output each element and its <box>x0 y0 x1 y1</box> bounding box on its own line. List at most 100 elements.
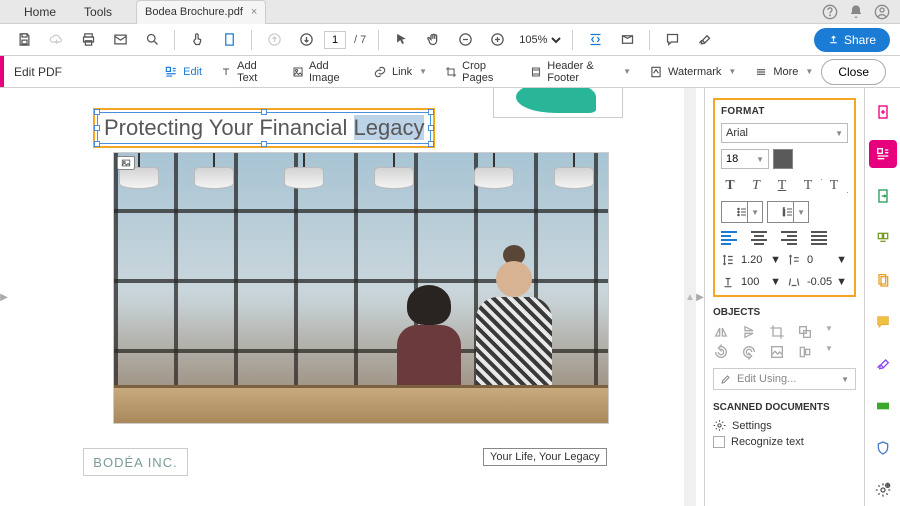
expand-left-icon[interactable]: ▶ <box>0 292 8 303</box>
fit-width-icon[interactable] <box>581 26 609 54</box>
resize-handle[interactable] <box>428 141 434 147</box>
align-objects-icon[interactable] <box>797 344 813 360</box>
search-icon[interactable] <box>138 26 166 54</box>
zoom-in-icon[interactable] <box>483 26 511 54</box>
sign-icon[interactable] <box>690 26 718 54</box>
comment-icon[interactable] <box>658 26 686 54</box>
h-scale-input[interactable]: 100▼ <box>741 276 781 288</box>
numbered-list-button[interactable]: 123▼ <box>767 201 809 223</box>
scanned-settings-button[interactable]: Settings <box>713 419 856 432</box>
menu-tools[interactable]: Tools <box>70 5 126 19</box>
subscript-icon[interactable]: T· <box>825 177 843 195</box>
document-tab-title: Bodea Brochure.pdf <box>145 6 243 18</box>
close-tab-icon[interactable]: × <box>251 6 257 18</box>
flip-v-icon[interactable] <box>741 324 757 340</box>
pointer-icon[interactable] <box>387 26 415 54</box>
prev-page-icon[interactable] <box>260 26 288 54</box>
selected-text-frame[interactable]: Protecting Your Financial Legacy <box>93 108 435 148</box>
superscript-icon[interactable]: T· <box>799 177 817 195</box>
replace-image-icon[interactable] <box>769 344 785 360</box>
edit-pdf-toolbar: Edit PDF Edit Add Text Add Image Link▼ C… <box>0 56 900 88</box>
rail-export-pdf-icon[interactable] <box>869 182 897 210</box>
align-right-icon[interactable] <box>781 231 797 245</box>
heading-text[interactable]: Protecting Your Financial Legacy <box>104 115 424 140</box>
tagline-object[interactable]: Your Life, Your Legacy <box>483 448 607 466</box>
watermark-button[interactable]: Watermark▼ <box>641 61 744 83</box>
email-icon[interactable] <box>106 26 134 54</box>
link-button[interactable]: Link▼ <box>365 61 435 83</box>
char-spacing-input[interactable]: -0.05▼ <box>807 276 847 288</box>
scanned-title: SCANNED DOCUMENTS <box>713 402 856 413</box>
image-object[interactable] <box>113 152 609 424</box>
bold-icon[interactable]: T <box>721 177 739 195</box>
share-button[interactable]: Share <box>814 28 890 52</box>
align-justify-icon[interactable] <box>811 231 827 245</box>
rail-redact-icon[interactable] <box>869 392 897 420</box>
crop-icon[interactable] <box>769 324 785 340</box>
rail-edit-pdf-icon[interactable] <box>869 140 897 168</box>
help-icon[interactable] <box>822 4 838 20</box>
rail-combine-icon[interactable] <box>869 266 897 294</box>
resize-handle[interactable] <box>94 141 100 147</box>
page-number-input[interactable] <box>324 31 346 49</box>
font-color-swatch[interactable] <box>773 149 793 169</box>
header-footer-button[interactable]: Header & Footer▼ <box>522 56 639 88</box>
flip-h-icon[interactable] <box>713 324 729 340</box>
hand-icon[interactable] <box>419 26 447 54</box>
rail-protect-icon[interactable] <box>869 434 897 462</box>
resize-handle[interactable] <box>94 109 100 115</box>
zoom-select[interactable]: 105% <box>515 33 564 47</box>
resize-handle[interactable] <box>428 109 434 115</box>
rotate-ccw-icon[interactable] <box>713 344 729 360</box>
next-page-icon[interactable] <box>292 26 320 54</box>
arrange-icon[interactable] <box>797 324 813 340</box>
more-button[interactable]: More▼ <box>746 61 821 83</box>
touch-mode-icon[interactable] <box>183 26 211 54</box>
zoom-out-icon[interactable] <box>451 26 479 54</box>
edit-tool-button[interactable]: Edit <box>156 61 210 83</box>
resize-handle[interactable] <box>261 109 267 115</box>
document-viewport[interactable]: Protecting Your Financial Legacy <box>8 88 684 506</box>
font-size-select[interactable]: 18▼ <box>721 149 769 169</box>
resize-handle[interactable] <box>261 141 267 147</box>
bullet-list-button[interactable]: ▼ <box>721 201 763 223</box>
profile-icon[interactable] <box>874 4 890 20</box>
underline-icon[interactable]: T <box>773 177 791 195</box>
bell-icon[interactable] <box>848 4 864 20</box>
image-badge-icon <box>117 156 135 170</box>
read-mode-icon[interactable] <box>613 26 641 54</box>
resize-handle[interactable] <box>94 125 100 131</box>
menu-home[interactable]: Home <box>10 5 70 19</box>
para-spacing-icon <box>787 253 801 267</box>
collapse-right-icon[interactable]: ▶ <box>696 292 704 303</box>
edit-using-select[interactable]: Edit Using... ▼ <box>713 368 856 390</box>
rail-create-pdf-icon[interactable] <box>869 98 897 126</box>
save-icon[interactable] <box>10 26 38 54</box>
rail-fill-sign-icon[interactable] <box>869 350 897 378</box>
logo-object[interactable]: BODÉA INC. <box>83 448 188 476</box>
objects-title: OBJECTS <box>713 307 856 318</box>
add-image-button[interactable]: Add Image <box>284 56 363 88</box>
svg-text:3: 3 <box>783 213 785 217</box>
document-tab[interactable]: Bodea Brochure.pdf × <box>136 0 266 24</box>
align-left-icon[interactable] <box>721 231 737 245</box>
rail-comment-icon[interactable] <box>869 308 897 336</box>
rail-more-tools-icon[interactable] <box>869 476 897 504</box>
print-icon[interactable] <box>74 26 102 54</box>
align-center-icon[interactable] <box>751 231 767 245</box>
recognize-text-checkbox[interactable]: Recognize text <box>713 436 856 448</box>
resize-handle[interactable] <box>428 125 434 131</box>
close-button[interactable]: Close <box>821 59 886 85</box>
line-spacing-input[interactable]: 1.20▼ <box>741 254 781 266</box>
rail-organize-icon[interactable] <box>869 224 897 252</box>
rotate-cw-icon[interactable] <box>741 344 757 360</box>
add-text-button[interactable]: Add Text <box>212 56 282 88</box>
para-spacing-input[interactable]: 0▼ <box>807 254 847 266</box>
italic-icon[interactable]: T <box>747 177 765 195</box>
crop-pages-button[interactable]: Crop Pages <box>437 56 520 88</box>
font-family-select[interactable]: Arial▼ <box>721 123 848 143</box>
cloud-icon[interactable] <box>42 26 70 54</box>
vertical-scrollbar[interactable]: ▲ <box>684 88 696 506</box>
page-display-icon[interactable] <box>215 26 243 54</box>
graphic-object[interactable] <box>493 88 623 118</box>
